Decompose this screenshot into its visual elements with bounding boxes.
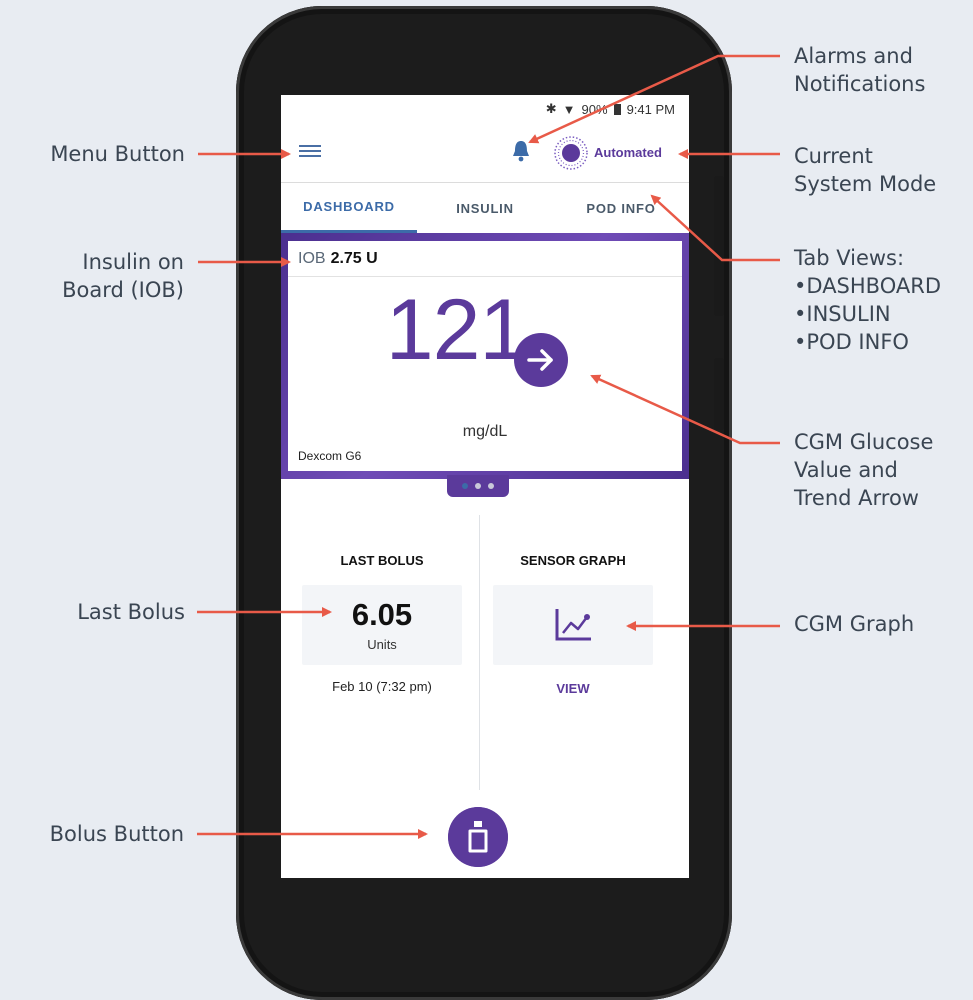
page-dot (462, 483, 468, 489)
callout-tabs-title: Tab Views: (794, 246, 905, 270)
tab-insulin[interactable]: INSULIN (417, 183, 553, 233)
callout-tab-views: Tab Views: DASHBOARD INSULIN POD INFO (794, 244, 941, 356)
iob-label: IOB (298, 249, 326, 267)
last-bolus-title: LAST BOLUS (340, 553, 424, 568)
tab-bar: DASHBOARD INSULIN POD INFO (281, 183, 689, 233)
line-chart-icon (555, 609, 591, 641)
callout-iob-line1: Insulin on (82, 250, 184, 274)
callout-alarms-line2: Notifications (794, 72, 926, 96)
tab-dashboard[interactable]: DASHBOARD (281, 183, 417, 233)
callout-tabs-list: DASHBOARD INSULIN POD INFO (794, 272, 941, 356)
callout-tab-item: INSULIN (794, 300, 941, 328)
callout-cgm-glucose: CGM Glucose Value and Trend Arrow (794, 428, 933, 512)
page-dot (488, 483, 494, 489)
power-button (714, 358, 724, 430)
bell-icon[interactable] (511, 139, 531, 163)
callout-cgm-line2: Value and (794, 458, 898, 482)
clock: 9:41 PM (626, 101, 675, 117)
bolus-pod-icon[interactable] (448, 807, 508, 867)
callout-cgm-graph: CGM Graph (794, 612, 915, 636)
bluetooth-icon: ✱ (545, 101, 557, 116)
glucose-units: mg/dL (462, 423, 508, 440)
dashboard-summary: LAST BOLUS 6.05 Units Feb 10 (7:32 pm) S… (281, 497, 689, 807)
battery-icon (613, 103, 621, 115)
page-indicator[interactable] (447, 475, 509, 497)
system-mode-label[interactable]: Automated (594, 145, 662, 160)
sensor-graph-view-link[interactable]: VIEW (493, 681, 653, 696)
page-dot (475, 483, 481, 489)
callout-iob-line2: Board (IOB) (62, 278, 184, 302)
cgm-source: Dexcom G6 (298, 449, 362, 463)
callout-tab-item: POD INFO (794, 328, 941, 356)
callout-system-mode: Current System Mode (794, 142, 936, 198)
wifi-icon: ▼ (562, 101, 576, 117)
callout-iob: Insulin on Board (IOB) (62, 248, 184, 304)
app-bar: Automated (281, 123, 689, 183)
callout-cgm-line1: CGM Glucose (794, 430, 934, 454)
automated-mode-icon[interactable] (553, 135, 589, 171)
iob-bar: IOB 2.75 U (288, 241, 682, 277)
callout-mode-line1: Current (794, 144, 873, 168)
last-bolus-units: Units (367, 637, 397, 652)
callout-alarms-line1: Alarms and (794, 44, 913, 68)
sensor-graph-title: SENSOR GRAPH (520, 553, 626, 568)
glucose-value: 121 (385, 282, 527, 378)
battery-text: 90% (581, 101, 608, 117)
sensor-graph-box[interactable] (493, 585, 653, 665)
glucose-reading: 121 (288, 281, 682, 380)
callout-last-bolus: Last Bolus (77, 600, 185, 624)
volume-button (714, 176, 724, 316)
callout-menu-button: Menu Button (50, 142, 185, 166)
callout-tab-item: DASHBOARD (794, 272, 941, 300)
glucose-card[interactable]: IOB 2.75 U 121 mg/dL Dexcom G6 (288, 241, 682, 471)
column-divider (479, 515, 480, 790)
callout-bolus-button: Bolus Button (49, 822, 184, 846)
arrow-right-icon (514, 333, 568, 387)
callout-alarms: Alarms and Notifications (794, 42, 925, 98)
callout-cgm-line3: Trend Arrow (794, 486, 919, 510)
status-bar: ✱ ▼ 90% 9:41 PM (281, 95, 689, 123)
callout-mode-line2: System Mode (794, 172, 937, 196)
glucose-panel: IOB 2.75 U 121 mg/dL Dexcom G6 (281, 233, 689, 479)
app-screen: ✱ ▼ 90% 9:41 PM Automated DASHBOARD INSU… (281, 95, 689, 878)
last-bolus-value: 6.05 (351, 597, 413, 632)
last-bolus-date: Feb 10 (7:32 pm) (332, 679, 432, 694)
iob-value: 2.75 U (330, 249, 378, 267)
tab-pod-info[interactable]: POD INFO (553, 183, 689, 233)
menu-icon[interactable] (299, 142, 321, 162)
